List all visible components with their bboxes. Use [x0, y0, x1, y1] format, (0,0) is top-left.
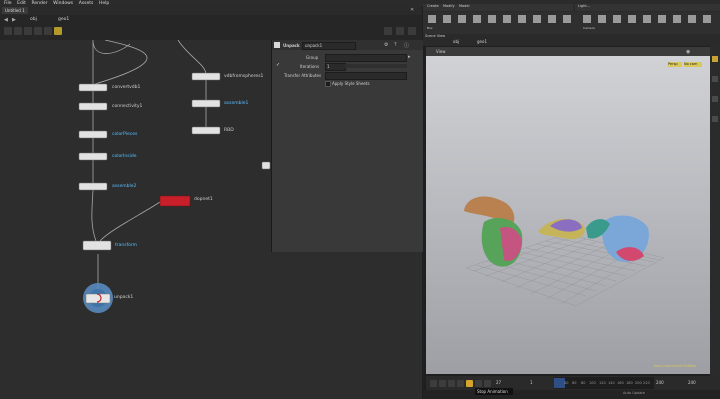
display-icon[interactable]: [408, 27, 416, 35]
node-label-vdbfromspheres1[interactable]: vdbfromspheres1: [224, 74, 263, 79]
arrow-icon[interactable]: ▸: [408, 54, 414, 60]
step-back-button[interactable]: [448, 380, 455, 387]
check-icon[interactable]: ✓: [276, 62, 281, 68]
network-toolbar: [0, 24, 422, 41]
lighting-icon[interactable]: [712, 116, 718, 122]
node-label-rbd[interactable]: RBD: [224, 128, 234, 133]
add-icon[interactable]: [4, 27, 12, 35]
vpath-obj[interactable]: obj: [453, 39, 459, 44]
play-button[interactable]: [475, 380, 482, 387]
auto-update-menu[interactable]: Auto Update: [623, 391, 645, 395]
tab-scene-view[interactable]: Scene View: [425, 34, 445, 38]
node-label-assemble2[interactable]: assemble2: [112, 184, 136, 189]
path-obj[interactable]: obj: [30, 17, 37, 22]
param-header: Unpack unpack1 ⚙ ? ⓘ: [272, 40, 423, 50]
tick-label-180: 180: [626, 381, 633, 385]
timeline: 27 1 40 60 80 100 120 140 160 180 200 220 240 24…: [426, 376, 720, 390]
param-label-iterations: Iterations: [300, 64, 320, 69]
node-label-assemble1[interactable]: assemble1: [224, 101, 248, 106]
tick-label-100: 100: [589, 381, 596, 385]
view-label: View: [436, 49, 446, 54]
end-frame-field[interactable]: 240: [688, 380, 696, 385]
shelf-tab-model[interactable]: Model: [459, 4, 470, 8]
edition-watermark: Non-Commercial Edition: [654, 364, 697, 368]
start-frame-field[interactable]: 1: [530, 380, 533, 385]
vpath-geo[interactable]: geo1: [477, 39, 487, 44]
grid-icon[interactable]: [24, 27, 32, 35]
snap-icon[interactable]: [712, 76, 718, 82]
tool-box[interactable]: Box: [427, 26, 433, 30]
select-tool-icon[interactable]: [712, 56, 718, 62]
shelf-tools: [423, 4, 720, 34]
shelf-tab-create[interactable]: Create: [427, 4, 439, 8]
stop-button[interactable]: [466, 380, 473, 387]
last-frame-button[interactable]: [484, 380, 491, 387]
flag-icon[interactable]: [396, 27, 404, 35]
shelf-tab-modify[interactable]: Modify: [443, 4, 455, 8]
tick-label-120: 120: [599, 381, 606, 385]
help-icon[interactable]: ?: [394, 42, 400, 48]
shelf-tab-light[interactable]: Light...: [578, 4, 590, 8]
viewport-side-toolbar: [710, 46, 720, 376]
style-sheets-checkbox[interactable]: [325, 81, 331, 87]
node-label-dopnet1[interactable]: dopnet1: [194, 197, 213, 202]
iterations-slider[interactable]: [345, 64, 407, 68]
iterations-field[interactable]: 1: [325, 63, 346, 71]
end-frame-label: 240: [656, 380, 664, 385]
close-icon[interactable]: ✕: [410, 7, 416, 13]
note-icon[interactable]: [54, 27, 62, 35]
play-reverse-button[interactable]: [457, 380, 464, 387]
tick-label-140: 140: [608, 381, 615, 385]
gear-icon[interactable]: ⚙: [384, 42, 390, 48]
param-label-transfer: Transfer Attributes: [284, 73, 322, 78]
viewport[interactable]: Persp No cam Non-Commercial Edition: [426, 56, 710, 374]
viewport-header: View ◉: [426, 47, 710, 56]
first-frame-button[interactable]: [430, 380, 437, 387]
node-label-colorpieces[interactable]: colorPieces: [112, 132, 137, 137]
tick-label-60: 60: [572, 381, 576, 385]
tab-untitled[interactable]: Untitled 1: [2, 7, 28, 14]
tick-label-40: 40: [564, 381, 568, 385]
node-label-colorinside[interactable]: colorInside: [112, 154, 136, 159]
node-label-unpack1[interactable]: unpack1: [114, 295, 133, 300]
info-icon[interactable]: ⓘ: [404, 42, 410, 49]
tick-label-200: 200: [635, 381, 642, 385]
back-icon[interactable]: ◀: [4, 17, 10, 23]
palette-icon[interactable]: [384, 27, 392, 35]
param-label-group: Group: [306, 55, 319, 60]
timeline-bar: 40 60 80 100 120 140 160 180 200 220: [554, 377, 654, 389]
unpack-node-icon: [274, 42, 280, 48]
param-node-type: Unpack: [283, 43, 300, 48]
path-geo[interactable]: geo1: [58, 17, 69, 22]
tick-label-160: 160: [617, 381, 624, 385]
shelf-area: Create Modify Model Light... Box Camera: [423, 0, 720, 34]
camera-icon[interactable]: ◉: [686, 49, 692, 55]
tick-label-220: 220: [643, 381, 650, 385]
param-node-name[interactable]: unpack1: [302, 42, 356, 50]
forward-icon[interactable]: ▶: [12, 17, 18, 23]
current-frame-field[interactable]: 27: [496, 380, 501, 385]
tick-label-80: 80: [581, 381, 585, 385]
network-path-bar: ◀ ▶ obj geo1: [0, 15, 422, 24]
node-label-transform[interactable]: transform: [115, 243, 137, 248]
prev-key-button[interactable]: [439, 380, 446, 387]
tooltip: Stop Animation: [475, 388, 513, 395]
transfer-attributes-field[interactable]: [325, 72, 407, 80]
style-sheets-label: Apply Style Sheets: [332, 81, 370, 86]
scene-3d: [464, 196, 665, 307]
status-bar: Auto Update: [423, 390, 720, 399]
list-icon[interactable]: [14, 27, 22, 35]
node-label-convertvdb1[interactable]: convertvdb1: [112, 85, 140, 90]
gear-icon[interactable]: [34, 27, 42, 35]
parameter-editor: Unpack unpack1 ⚙ ? ⓘ Group ▸ ✓ Iteration…: [271, 40, 423, 252]
viewport-path-bar: Scene View obj geo1: [423, 34, 720, 46]
info-icon[interactable]: [44, 27, 52, 35]
tool-camera[interactable]: Camera: [583, 26, 595, 30]
node-label-connectivity1[interactable]: connectivity1: [112, 104, 142, 109]
display-icon[interactable]: [712, 96, 718, 102]
group-field[interactable]: [325, 54, 407, 62]
